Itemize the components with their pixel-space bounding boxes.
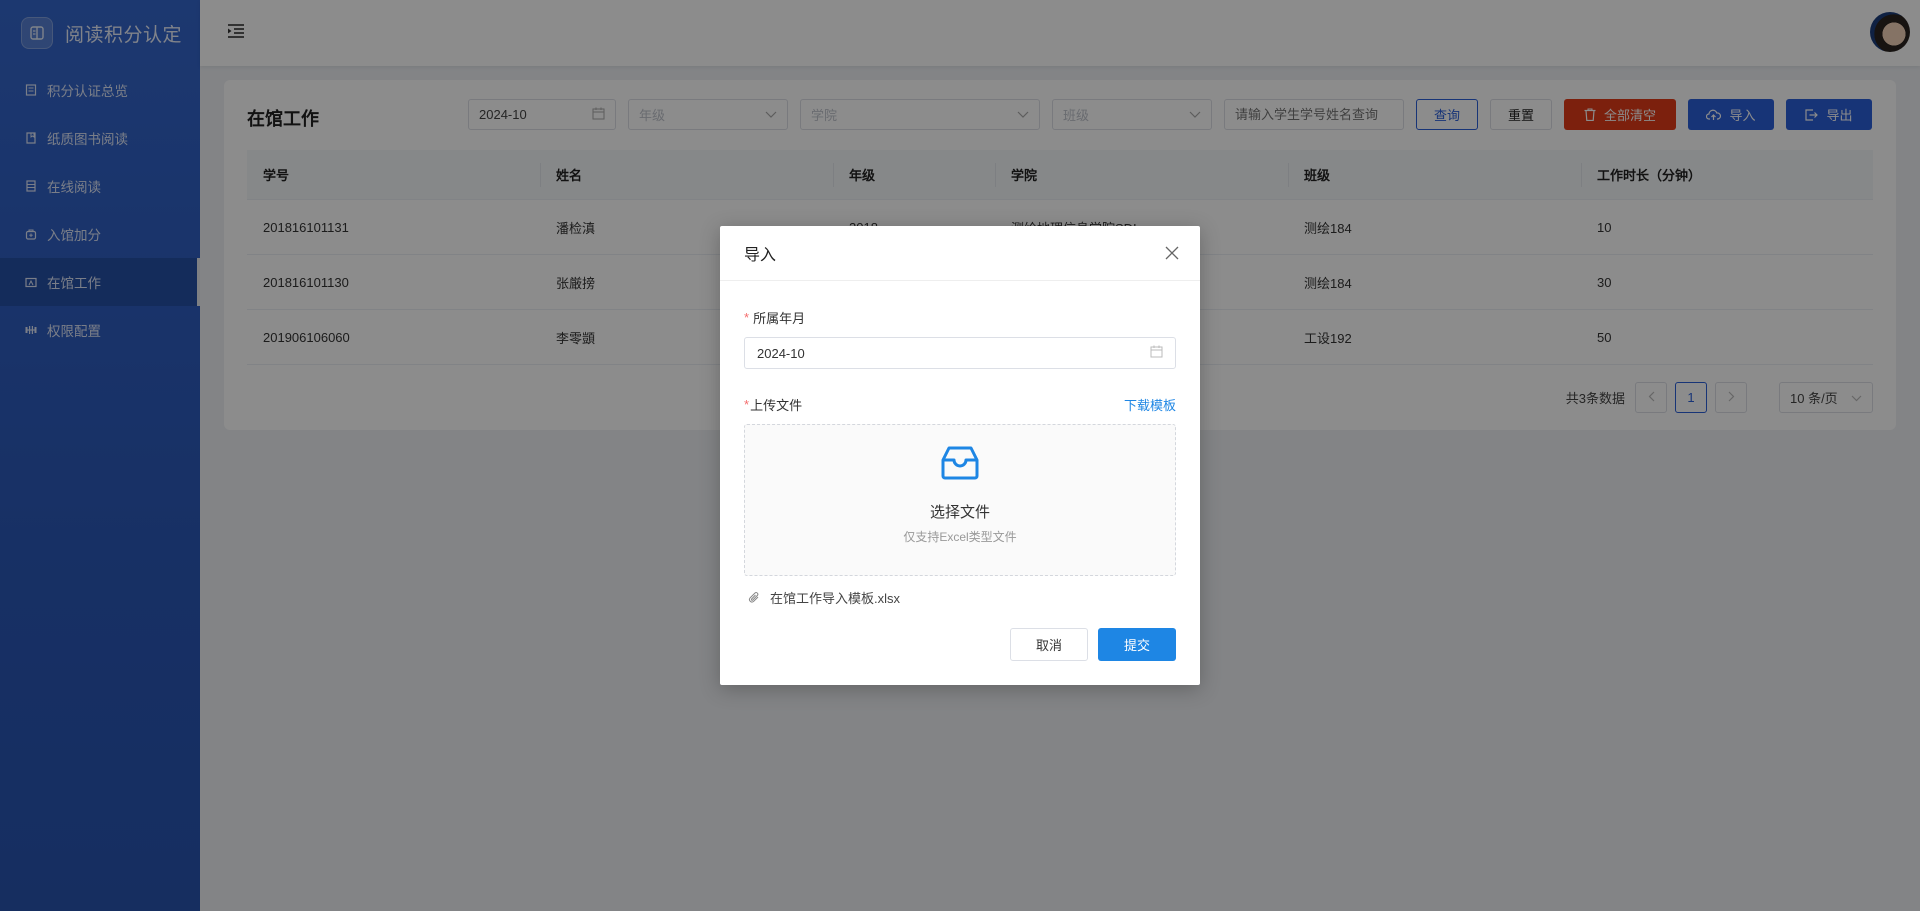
submit-button[interactable]: 提交 xyxy=(1098,628,1176,661)
dropzone-hint: 仅支持Excel类型文件 xyxy=(903,530,1017,544)
calendar-icon xyxy=(1150,345,1163,361)
required-mark: * xyxy=(744,310,750,325)
dropzone-title: 选择文件 xyxy=(929,504,990,521)
inbox-icon xyxy=(941,445,979,484)
import-dialog: 导入 * 所属年月 2024-10 * 上传文件 下载模板 选择文件 仅支持Ex… xyxy=(720,226,1200,685)
paperclip-icon xyxy=(748,591,760,604)
dialog-body: * 所属年月 2024-10 * 上传文件 下载模板 选择文件 仅支持Excel… xyxy=(720,308,1200,607)
close-icon[interactable] xyxy=(1164,245,1180,261)
month-field-label: * 所属年月 xyxy=(744,308,1176,327)
dialog-header: 导入 xyxy=(720,226,1200,281)
upload-field-label: * 上传文件 xyxy=(744,395,802,414)
upload-field-header: * 上传文件 下载模板 xyxy=(744,395,1176,414)
dialog-month-value: 2024-10 xyxy=(757,345,805,361)
upload-label-text: 上传文件 xyxy=(750,398,803,413)
download-template-link[interactable]: 下载模板 xyxy=(1124,395,1176,414)
month-label-text: 所属年月 xyxy=(753,311,806,326)
dialog-month-picker[interactable]: 2024-10 xyxy=(744,337,1176,369)
file-dropzone[interactable]: 选择文件 仅支持Excel类型文件 xyxy=(744,424,1176,576)
dialog-title: 导入 xyxy=(744,247,777,264)
uploaded-file-item[interactable]: 在馆工作导入模板.xlsx xyxy=(744,588,1176,607)
uploaded-file-name: 在馆工作导入模板.xlsx xyxy=(770,591,901,606)
cancel-button[interactable]: 取消 xyxy=(1010,628,1088,661)
dialog-footer: 取消 提交 xyxy=(1010,628,1176,661)
required-mark: * xyxy=(744,397,750,412)
